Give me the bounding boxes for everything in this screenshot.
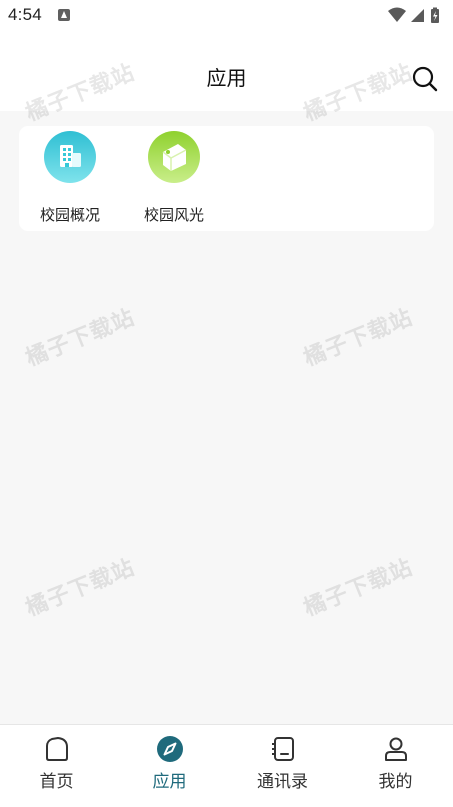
watermark: 橘子下载站 <box>22 555 139 622</box>
building-icon <box>44 131 96 183</box>
status-time: 4:54 <box>8 5 42 24</box>
app-item-campus-overview[interactable]: 校园概况 <box>29 131 109 226</box>
bottom-nav: 首页 应用 通讯录 我的 <box>0 724 453 807</box>
nav-item-apps[interactable]: 应用 <box>113 725 226 807</box>
watermark: 橘子下载站 <box>300 555 417 622</box>
compass-icon <box>156 735 184 763</box>
wifi-icon <box>388 7 406 22</box>
nav-label: 通讯录 <box>257 772 308 792</box>
search-icon <box>412 66 438 92</box>
signal-icon <box>411 9 424 22</box>
app-grid-card: 校园概况 校园风光 <box>19 126 434 231</box>
nav-label: 首页 <box>39 772 74 792</box>
watermark: 橘子下载站 <box>300 305 417 372</box>
app-label: 校园风光 <box>143 206 204 224</box>
nav-item-home[interactable]: 首页 <box>0 725 113 807</box>
battery-icon <box>431 7 439 23</box>
search-button[interactable] <box>411 65 439 93</box>
watermark: 橘子下载站 <box>22 305 139 372</box>
app-item-campus-scenery[interactable]: 校园风光 <box>133 131 213 226</box>
status-bar: 4:54 <box>0 0 453 32</box>
contacts-book-icon <box>269 735 297 763</box>
nav-item-contacts[interactable]: 通讯录 <box>226 725 339 807</box>
nav-label: 应用 <box>152 772 187 792</box>
app-header: 应用 <box>0 32 453 111</box>
tag-icon <box>148 131 200 183</box>
app-label: 校园概况 <box>39 206 100 224</box>
nav-item-profile[interactable]: 我的 <box>339 725 452 807</box>
page-title: 应用 <box>206 66 247 90</box>
status-icons <box>387 6 447 24</box>
profile-icon <box>382 735 410 763</box>
notification-icon <box>58 9 70 21</box>
home-icon <box>43 735 71 763</box>
nav-label: 我的 <box>378 772 413 792</box>
